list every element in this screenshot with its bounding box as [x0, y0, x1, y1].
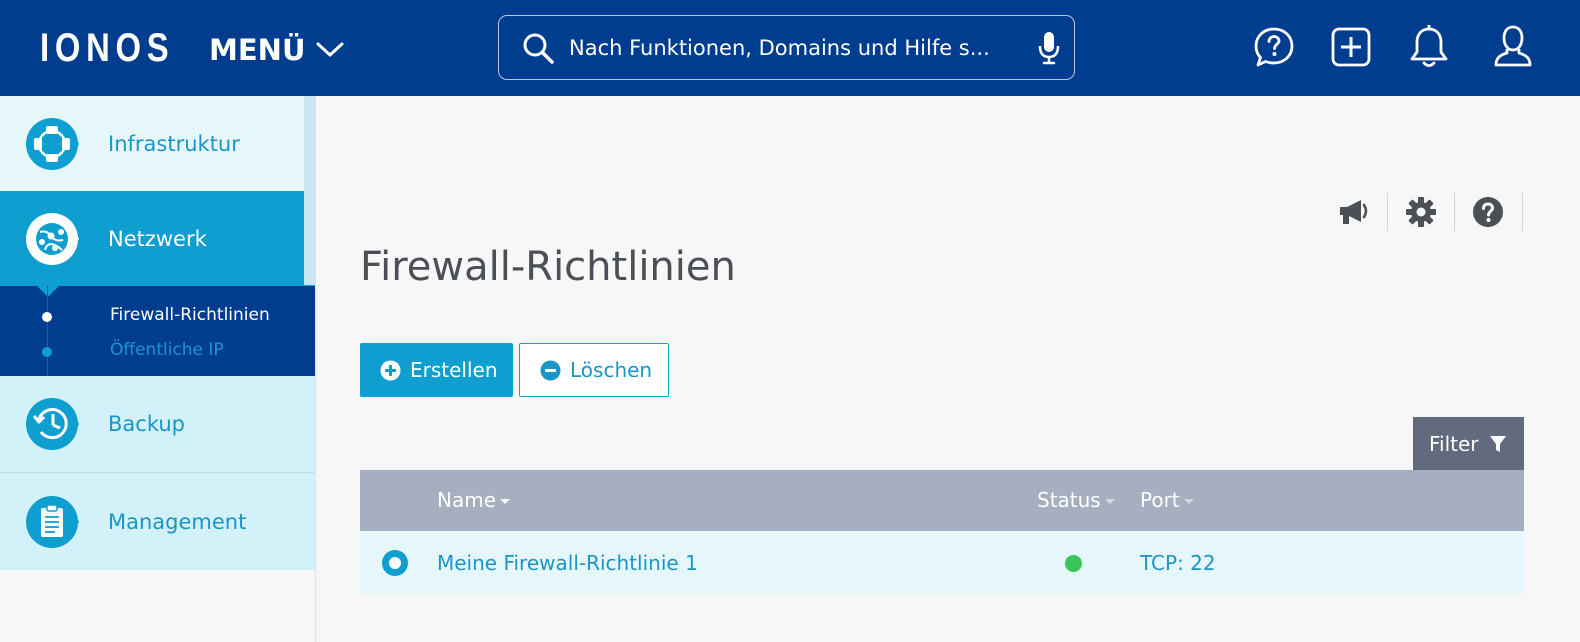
sort-caret-icon	[1104, 498, 1115, 504]
sidebar-item-netzwerk[interactable]: Netzwerk	[0, 191, 315, 286]
funnel-icon	[1489, 435, 1506, 452]
ionos-logo[interactable]: IONOS	[40, 26, 174, 70]
notification-bell-icon[interactable]	[1406, 22, 1452, 72]
help-chat-icon[interactable]	[1251, 22, 1297, 72]
create-button[interactable]: Erstellen	[360, 343, 513, 397]
active-indicator	[37, 286, 59, 297]
sidebar-item-infrastruktur[interactable]: Infrastruktur	[0, 96, 315, 191]
column-header-label: Name	[437, 488, 497, 512]
subnav-item-public-ip[interactable]: Öffentliche IP	[0, 337, 315, 367]
add-icon[interactable]	[1328, 22, 1374, 72]
search-input[interactable]: Nach Funktionen, Domains und Hilfe s...	[569, 36, 1019, 60]
row-select-radio[interactable]	[382, 550, 408, 576]
top-bar: IONOS MENÜ Nach Funktionen, Domains und …	[0, 0, 1580, 96]
column-header-name[interactable]: Name	[437, 488, 511, 512]
menu-label: MENÜ	[209, 33, 306, 67]
column-header-status[interactable]: Status	[1037, 488, 1115, 512]
sidebar-item-label: Management	[108, 509, 247, 534]
port-cell: TCP: 22	[1140, 551, 1216, 575]
table-row[interactable]: Meine Firewall-Richtlinie 1 TCP: 22	[360, 531, 1524, 594]
search-icon	[523, 33, 554, 64]
subnav-label: Firewall-Richtlinien	[110, 305, 270, 325]
subnav-label: Öffentliche IP	[110, 340, 224, 360]
sidebar-item-label: Netzwerk	[108, 226, 207, 251]
create-button-label: Erstellen	[410, 358, 498, 382]
subnav-item-firewall[interactable]: Firewall-Richtlinien	[0, 302, 315, 332]
sidebar-scrollbar[interactable]	[304, 96, 315, 285]
megaphone-icon[interactable]	[1320, 193, 1388, 231]
sort-caret-icon	[1183, 498, 1194, 504]
main-menu-button[interactable]: MENÜ	[209, 30, 344, 70]
settings-icon[interactable]	[1387, 193, 1455, 231]
sort-caret-icon	[500, 498, 511, 504]
microphone-icon[interactable]	[1038, 30, 1060, 66]
subnav-netzwerk: Firewall-Richtlinien Öffentliche IP	[0, 286, 315, 376]
status-indicator	[1065, 555, 1082, 572]
help-icon[interactable]	[1454, 193, 1522, 231]
plus-circle-icon	[380, 360, 401, 380]
table-header: Name Status Port	[360, 470, 1524, 531]
sidebar-item-backup[interactable]: Backup	[0, 376, 315, 473]
clipboard-icon	[26, 495, 79, 548]
infrastructure-icon	[26, 117, 79, 170]
subnav-dot	[42, 347, 52, 357]
page-title: Firewall-Richtlinien	[360, 244, 736, 290]
chevron-down-icon	[316, 42, 343, 57]
delete-button-label: Löschen	[570, 358, 653, 382]
sidebar-item-label: Backup	[108, 412, 185, 436]
delete-button[interactable]: Löschen	[519, 343, 669, 397]
minus-circle-icon	[540, 360, 561, 380]
tool-divider	[1522, 193, 1523, 231]
filter-button[interactable]: Filter	[1413, 417, 1524, 470]
column-header-label: Port	[1140, 488, 1180, 512]
subnav-dot	[42, 312, 52, 322]
search-field[interactable]: Nach Funktionen, Domains und Hilfe s...	[498, 15, 1075, 80]
user-icon[interactable]	[1490, 22, 1536, 72]
network-globe-icon	[26, 212, 79, 265]
filter-label: Filter	[1429, 431, 1479, 456]
column-header-label: Status	[1037, 488, 1101, 512]
backup-clock-icon	[26, 398, 79, 450]
column-header-port[interactable]: Port	[1140, 488, 1194, 512]
policy-name-link[interactable]: Meine Firewall-Richtlinie 1	[437, 551, 698, 575]
sidebar-item-label: Infrastruktur	[108, 131, 240, 156]
sidebar-item-management[interactable]: Management	[0, 473, 315, 570]
